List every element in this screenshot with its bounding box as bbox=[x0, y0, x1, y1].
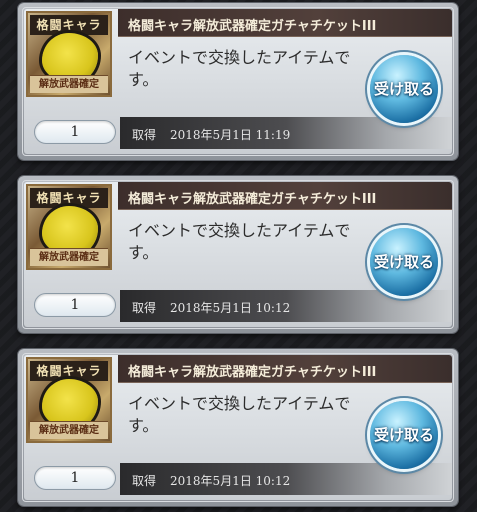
card-body: 格闘キャラ 解放武器確定 格闘キャラ解放武器確定ガチャチケットIII イベントで… bbox=[24, 355, 452, 500]
present-item-card: 格闘キャラ 解放武器確定 格闘キャラ解放武器確定ガチャチケットIII イベントで… bbox=[18, 349, 458, 506]
item-title-bar: 格闘キャラ解放武器確定ガチャチケットIII bbox=[118, 9, 452, 37]
icon-head-label: 格闘キャラ bbox=[30, 361, 108, 381]
acquired-label: 取得 bbox=[132, 301, 157, 315]
acquired-date: 2018年5月1日 10:12 bbox=[170, 474, 291, 488]
acquired-date: 2018年5月1日 11:19 bbox=[170, 128, 291, 142]
icon-foot-label: 解放武器確定 bbox=[30, 75, 108, 93]
present-item-card: 格闘キャラ 解放武器確定 格闘キャラ解放武器確定ガチャチケットIII イベントで… bbox=[18, 3, 458, 160]
ticket-icon: 格闘キャラ 解放武器確定 bbox=[26, 357, 112, 443]
item-title: 格闘キャラ解放武器確定ガチャチケットIII bbox=[128, 192, 377, 207]
receive-button[interactable]: 受け取る bbox=[370, 55, 438, 123]
item-description: イベントで交換したアイテムです。 bbox=[128, 48, 351, 89]
acquired-date: 2018年5月1日 10:12 bbox=[170, 301, 291, 315]
icon-foot-label: 解放武器確定 bbox=[30, 248, 108, 266]
item-description: イベントで交換したアイテムです。 bbox=[128, 394, 351, 435]
acquired-info: 取得 2018年5月1日 10:12 bbox=[132, 472, 290, 489]
item-title: 格闘キャラ解放武器確定ガチャチケットIII bbox=[128, 365, 377, 380]
quantity-badge: 1 bbox=[34, 120, 116, 144]
item-title-bar: 格闘キャラ解放武器確定ガチャチケットIII bbox=[118, 355, 452, 383]
card-body: 格闘キャラ 解放武器確定 格闘キャラ解放武器確定ガチャチケットIII イベントで… bbox=[24, 182, 452, 327]
item-title: 格闘キャラ解放武器確定ガチャチケットIII bbox=[128, 19, 377, 34]
quantity-badge: 1 bbox=[34, 466, 116, 490]
icon-foot-label: 解放武器確定 bbox=[30, 421, 108, 439]
acquired-info: 取得 2018年5月1日 10:12 bbox=[132, 299, 290, 316]
quantity-badge: 1 bbox=[34, 293, 116, 317]
acquired-info: 取得 2018年5月1日 11:19 bbox=[132, 126, 290, 143]
item-description: イベントで交換したアイテムです。 bbox=[128, 221, 351, 262]
present-item-card: 格闘キャラ 解放武器確定 格闘キャラ解放武器確定ガチャチケットIII イベントで… bbox=[18, 176, 458, 333]
receive-button[interactable]: 受け取る bbox=[370, 228, 438, 296]
icon-head-label: 格闘キャラ bbox=[30, 188, 108, 208]
acquired-label: 取得 bbox=[132, 474, 157, 488]
ticket-icon: 格闘キャラ 解放武器確定 bbox=[26, 11, 112, 97]
item-title-bar: 格闘キャラ解放武器確定ガチャチケットIII bbox=[118, 182, 452, 210]
acquired-label: 取得 bbox=[132, 128, 157, 142]
receive-button[interactable]: 受け取る bbox=[370, 401, 438, 469]
icon-head-label: 格闘キャラ bbox=[30, 15, 108, 35]
card-body: 格闘キャラ 解放武器確定 格闘キャラ解放武器確定ガチャチケットIII イベントで… bbox=[24, 9, 452, 154]
ticket-icon: 格闘キャラ 解放武器確定 bbox=[26, 184, 112, 270]
